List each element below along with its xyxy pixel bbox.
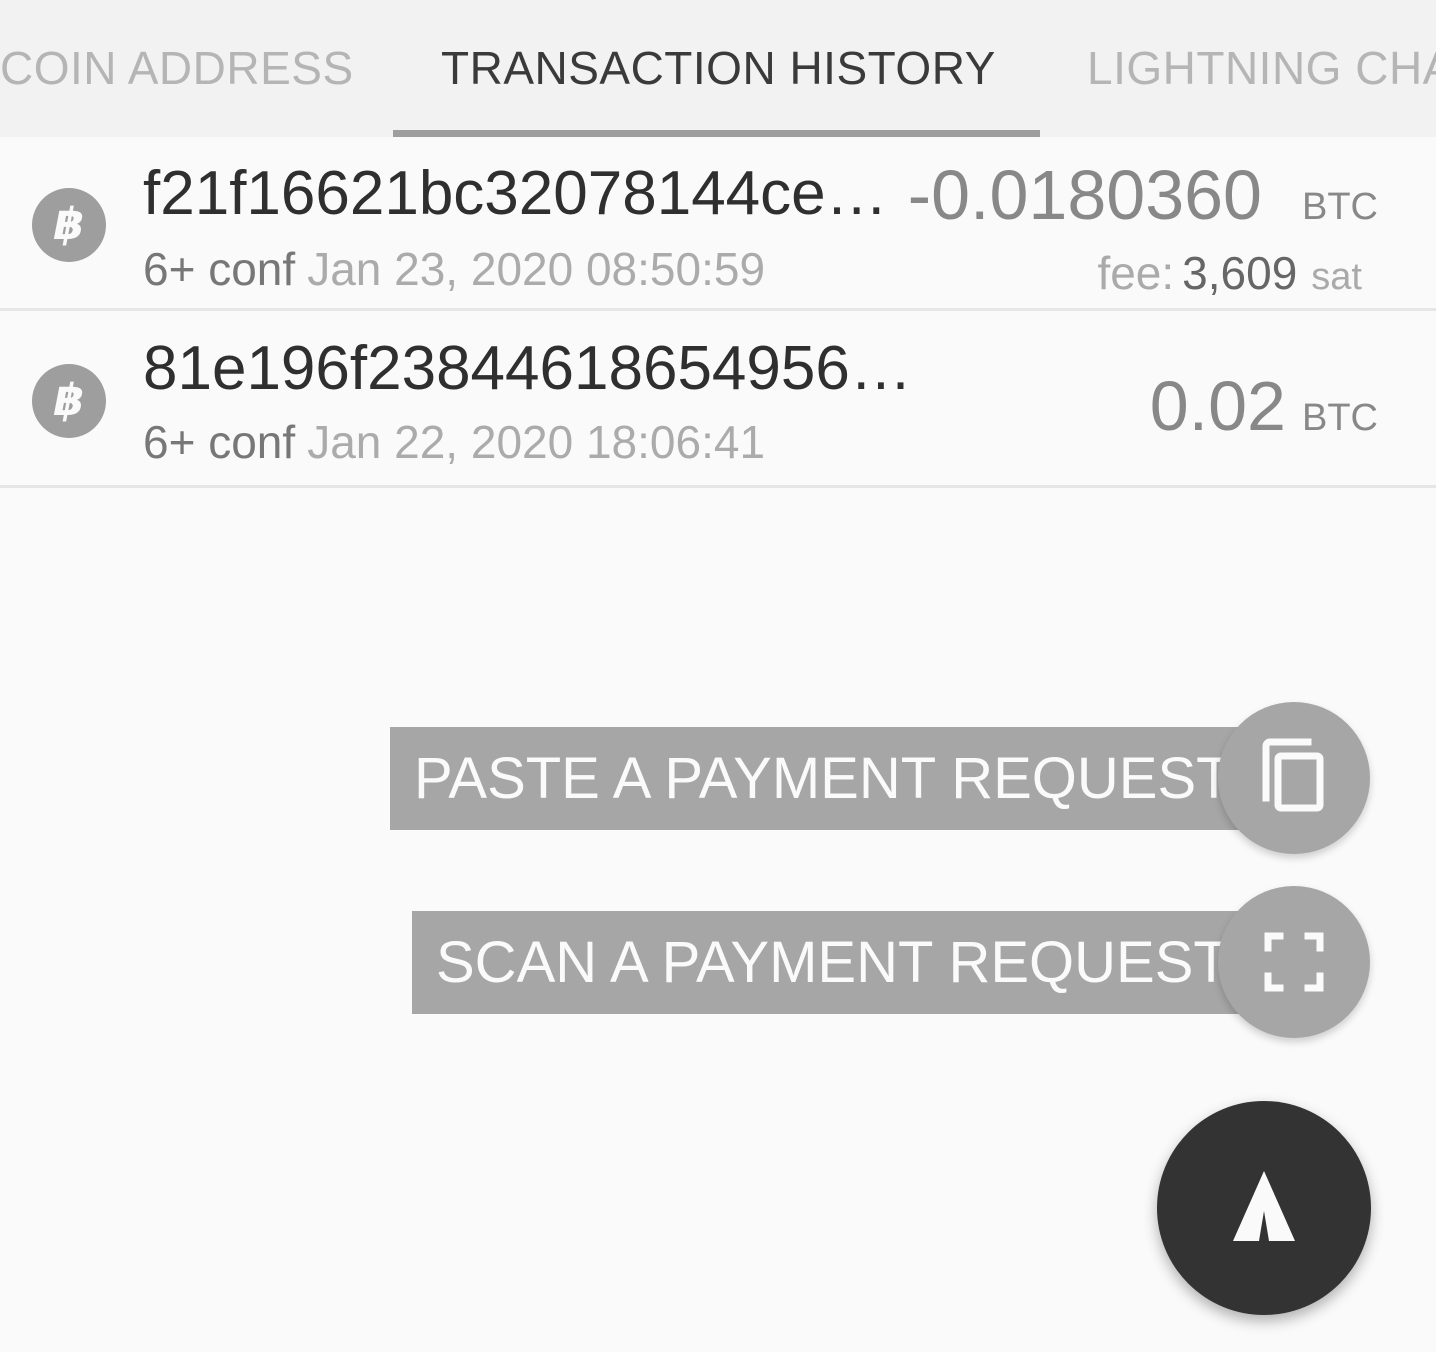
transaction-meta: 6+ conf Jan 23, 2020 08:50:59 xyxy=(143,241,765,297)
amount-value: -0.0180360 xyxy=(907,156,1262,234)
tab-lightning-channels[interactable]: LIGHTNING CHA xyxy=(1087,38,1436,98)
transaction-date: Jan 22, 2020 18:06:41 xyxy=(307,416,766,468)
transaction-fee: fee: 3,609 sat xyxy=(1097,245,1362,305)
transaction-amount: -0.0180360 BTC xyxy=(908,155,1378,235)
fee-unit: sat xyxy=(1311,256,1362,298)
send-arrow-icon xyxy=(1233,1171,1295,1241)
transaction-date: Jan 23, 2020 08:50:59 xyxy=(307,243,766,295)
transaction-hash: 81e196f23844618654956… xyxy=(143,334,912,403)
fee-label: fee: xyxy=(1097,247,1175,299)
paste-payment-request-label[interactable]: PASTE A PAYMENT REQUEST xyxy=(390,727,1240,830)
bitcoin-icon: ฿ xyxy=(32,188,106,262)
scan-frame-icon xyxy=(1264,932,1324,992)
amount-unit: BTC xyxy=(1302,397,1378,439)
transaction-meta: 6+ conf Jan 22, 2020 18:06:41 xyxy=(143,414,765,470)
fee-value: 3,609 xyxy=(1182,247,1298,299)
amount-unit: BTC xyxy=(1302,186,1378,228)
transaction-row[interactable]: ฿ f21f16621bc32078144ce… 6+ conf Jan 23, … xyxy=(0,137,1436,311)
transaction-amount: 0.02 BTC xyxy=(1150,366,1378,446)
confirmation-count: 6+ conf xyxy=(143,243,296,295)
tab-transaction-history[interactable]: TRANSACTION HISTORY xyxy=(441,38,996,98)
copy-icon xyxy=(1262,738,1324,812)
amount-value: 0.02 xyxy=(1149,367,1286,445)
paste-payment-request-button[interactable] xyxy=(1218,702,1370,854)
confirmation-count: 6+ conf xyxy=(143,416,296,468)
send-fab[interactable] xyxy=(1157,1101,1371,1315)
scan-payment-request-button[interactable] xyxy=(1218,886,1370,1038)
transaction-hash: f21f16621bc32078144ce… xyxy=(143,159,888,228)
tab-bar: COIN ADDRESS TRANSACTION HISTORY LIGHTNI… xyxy=(0,0,1436,137)
tab-coin-address[interactable]: COIN ADDRESS xyxy=(0,38,354,98)
bitcoin-icon: ฿ xyxy=(32,364,106,438)
active-tab-indicator xyxy=(393,130,1040,137)
scan-payment-request-label[interactable]: SCAN A PAYMENT REQUEST xyxy=(412,911,1240,1014)
